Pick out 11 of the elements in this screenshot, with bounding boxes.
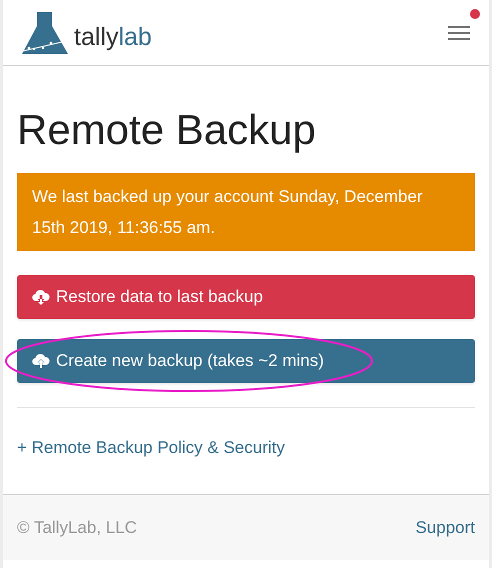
policy-link[interactable]: + Remote Backup Policy & Security (17, 438, 285, 457)
page-title: Remote Backup (17, 109, 317, 151)
copyright-text: © TallyLab, LLC (17, 516, 137, 539)
cloud-download-icon (32, 289, 50, 305)
support-link[interactable]: Support (415, 514, 475, 540)
logo-text: tallylab (74, 24, 152, 50)
last-backup-alert: We last backed up your account Sunday, December 15th 2019, 11:36:55 am. (17, 173, 475, 251)
cloud-upload-icon (32, 353, 50, 369)
restore-button[interactable]: Restore data to last backup (17, 275, 475, 319)
create-backup-button[interactable]: Create new backup (takes ~2 mins) (17, 339, 475, 383)
flask-logo-icon (20, 10, 70, 56)
